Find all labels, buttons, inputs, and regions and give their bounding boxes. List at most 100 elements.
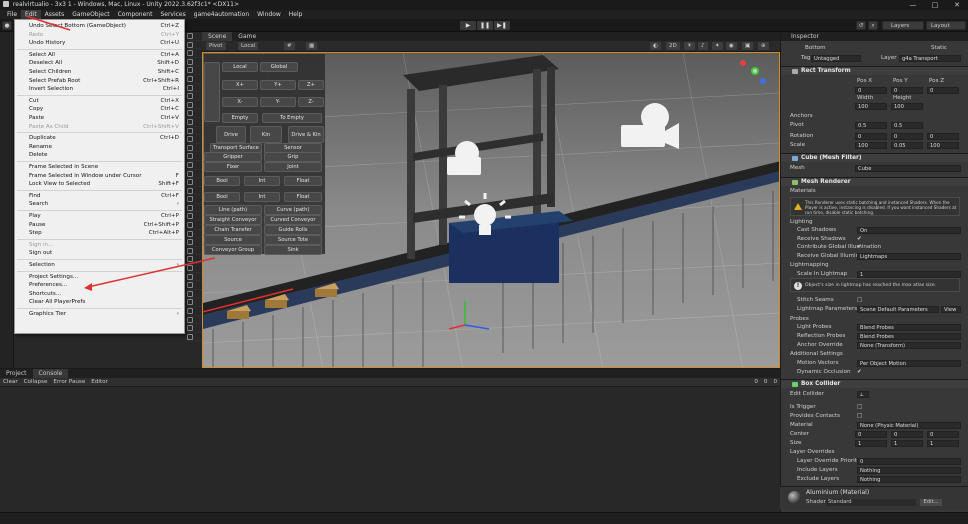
reflection-probes-dropdown[interactable]: Blend Probes <box>857 333 961 340</box>
stitch-seams-label: Stitch Seams <box>797 297 834 303</box>
receive-gi-dropdown[interactable]: Lightmaps <box>857 253 961 260</box>
scale-z-field[interactable]: 100 <box>927 142 959 149</box>
rotation-y-field[interactable]: 0 <box>891 133 923 140</box>
shader-dropdown[interactable]: Standard <box>826 499 916 506</box>
layer-override-priority-label: Layer Override Priority <box>797 458 861 464</box>
provides-contacts-checkbox[interactable]: □ <box>857 412 862 421</box>
error-pause-button[interactable]: Error Pause <box>50 378 88 386</box>
exclude-layers-dropdown[interactable]: Nothing <box>857 476 961 483</box>
motion-vectors-label: Motion Vectors <box>797 360 839 366</box>
scale-y-field[interactable]: 0.05 <box>891 142 923 149</box>
pos-x-field[interactable]: 0 <box>855 87 887 94</box>
material-preview: Aluminium (Material) Shader Standard Edi… <box>780 486 968 510</box>
reflection-probes-label: Reflection Probes <box>797 333 846 339</box>
mesh-renderer-header[interactable]: Mesh Renderer <box>781 177 968 186</box>
physic-material-field[interactable]: None (Physic Material) <box>857 422 961 429</box>
tab-console[interactable]: Console <box>32 369 69 378</box>
bottom-tab-bar: Project Console <box>0 369 780 378</box>
size-y-field[interactable]: 1 <box>891 440 923 447</box>
mesh-filter-icon <box>792 156 798 161</box>
shader-label: Shader <box>806 499 826 505</box>
material-name: Aluminium (Material) <box>806 489 870 496</box>
error-count[interactable]: 0 <box>770 378 780 386</box>
pivot-label: Pivot <box>790 122 804 128</box>
anchors-foldout[interactable]: Anchors <box>790 112 813 121</box>
scale-x-field[interactable]: 100 <box>855 142 887 149</box>
pos-y-label: Pos Y <box>893 78 908 84</box>
width-field[interactable]: 100 <box>855 103 887 110</box>
dynamic-occlusion-checkbox[interactable]: ✔ <box>857 368 862 377</box>
log-count[interactable]: 0 <box>751 378 761 386</box>
center-label: Center <box>790 431 809 437</box>
edit-collider-button[interactable]: ⟂ <box>857 391 869 398</box>
size-z-field[interactable]: 1 <box>927 440 959 447</box>
pos-x-label: Pos X <box>857 78 873 84</box>
pivot-x-field[interactable]: 0.5 <box>855 122 887 129</box>
console-toolbar: Clear Collapse Error Pause Editor 0 0 0 <box>0 378 780 387</box>
provides-contacts-label: Provides Contacts <box>790 413 841 419</box>
static-toggle[interactable]: Static <box>931 44 947 53</box>
materials-foldout[interactable]: Materials <box>790 187 816 196</box>
tag-dropdown[interactable]: Untagged <box>811 55 861 62</box>
rotation-z-field[interactable]: 0 <box>927 133 959 140</box>
size-x-field[interactable]: 1 <box>855 440 887 447</box>
lightmapping-foldout[interactable]: Lightmapping <box>790 261 829 270</box>
rotation-label: Rotation <box>790 133 814 139</box>
center-z-field[interactable]: 0 <box>927 431 959 438</box>
box-collider-header[interactable]: Box Collider <box>781 379 968 388</box>
object-name-field[interactable]: Bottom <box>805 44 826 53</box>
warning-count[interactable]: 0 <box>761 378 771 386</box>
scale-label: Scale <box>790 142 806 148</box>
collapse-button[interactable]: Collapse <box>21 378 51 386</box>
bottom-panel: Project Console Clear Collapse Error Pau… <box>0 368 780 524</box>
light-probes-label: Light Probes <box>797 324 832 330</box>
pos-y-field[interactable]: 0 <box>891 87 923 94</box>
box-collider-icon <box>792 382 798 387</box>
additional-settings-foldout[interactable]: Additional Settings <box>790 350 843 359</box>
light-probes-dropdown[interactable]: Blend Probes <box>857 324 961 331</box>
layer-override-priority-field[interactable]: 0 <box>857 458 961 465</box>
layer-overrides-foldout[interactable]: Layer Overrides <box>790 448 835 457</box>
layer-dropdown[interactable]: g4a Transport <box>899 55 961 62</box>
anchor-override-field[interactable]: None (Transform) <box>857 342 961 349</box>
status-bar <box>0 512 968 524</box>
lightmap-parameters-label: Lightmap Parameters <box>797 306 858 312</box>
pivot-y-field[interactable]: 0.5 <box>891 122 923 129</box>
editor-dropdown[interactable]: Editor <box>88 378 111 386</box>
info-icon: ! <box>794 282 802 290</box>
edit-shader-button[interactable]: Edit... <box>920 499 942 506</box>
contribute-gi-label: Contribute Global Illumination <box>797 244 882 250</box>
center-x-field[interactable]: 0 <box>855 431 887 438</box>
pos-z-field[interactable]: 0 <box>927 87 959 94</box>
static-batching-warning: This Renderer uses static batching and i… <box>790 197 960 216</box>
exclude-layers-label: Exclude Layers <box>797 476 840 482</box>
lightmap-parameters-dropdown[interactable]: Scene Default Parameters <box>857 306 939 313</box>
layer-label: Layer <box>881 55 897 61</box>
size-label: Size <box>790 440 802 446</box>
scale-in-lightmap-field[interactable]: 1 <box>857 271 961 278</box>
tag-label: Tag <box>801 55 811 61</box>
tab-project[interactable]: Project <box>0 369 33 378</box>
anchor-override-label: Anchor Override <box>797 342 843 348</box>
rotation-x-field[interactable]: 0 <box>855 133 887 140</box>
pos-z-label: Pos Z <box>929 78 945 84</box>
mesh-filter-header[interactable]: Cube (Mesh Filter) <box>781 153 968 162</box>
contribute-gi-checkbox[interactable]: ✔ <box>857 243 862 252</box>
is-trigger-checkbox[interactable]: □ <box>857 403 862 412</box>
tab-inspector[interactable]: Inspector <box>781 32 968 41</box>
material-sphere-icon <box>788 491 801 504</box>
motion-vectors-dropdown[interactable]: Per Object Motion <box>857 360 961 367</box>
dynamic-occlusion-label: Dynamic Occlusion <box>797 369 851 375</box>
mesh-field[interactable]: Cube <box>855 165 961 172</box>
cast-shadows-label: Cast Shadows <box>797 227 837 233</box>
cast-shadows-dropdown[interactable]: On <box>857 227 961 234</box>
include-layers-label: Include Layers <box>797 467 838 473</box>
stitch-seams-checkbox[interactable]: □ <box>857 296 862 305</box>
rect-transform-header[interactable]: Rect Transform <box>781 66 968 75</box>
center-y-field[interactable]: 0 <box>891 431 923 438</box>
clear-button[interactable]: Clear <box>0 378 21 386</box>
height-field[interactable]: 100 <box>891 103 923 110</box>
rect-transform-icon <box>792 69 798 74</box>
include-layers-dropdown[interactable]: Nothing <box>857 467 961 474</box>
view-button[interactable]: View <box>941 306 961 313</box>
